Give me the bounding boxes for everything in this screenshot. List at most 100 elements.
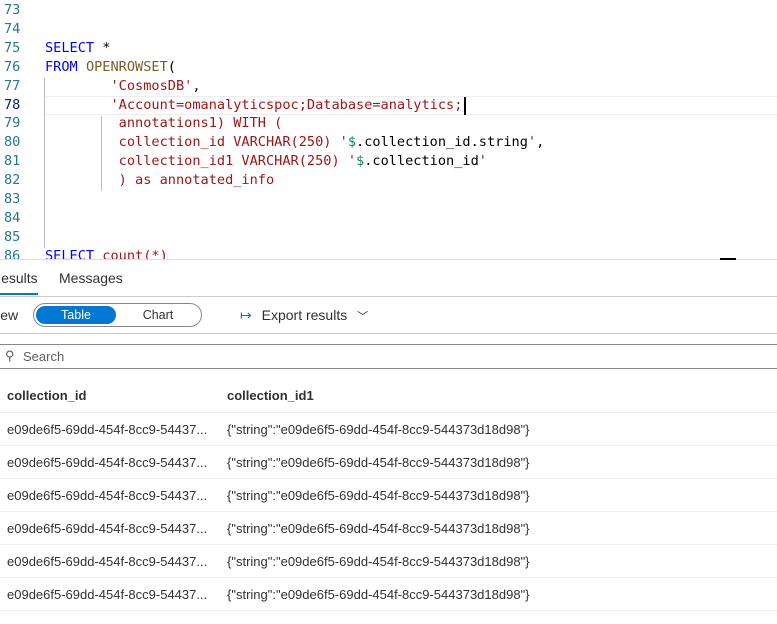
cell-collection-id1[interactable]: {"string":"e09de6f5-69dd-454f-8cc9-54437… [220,412,777,446]
line-number: 77 [4,77,21,94]
results-tabs: Results Messages [0,260,777,297]
code-line[interactable]: 76 FROM OPENROWSET( [0,58,777,77]
code-token: ' [478,153,487,170]
cell-collection-id[interactable]: e09de6f5-69dd-454f-8cc9-54437... [0,412,220,446]
code-line[interactable]: 75 SELECT * [0,39,777,58]
code-line[interactable]: 80 collection_id VARCHAR(250) '$.collect… [0,133,777,152]
line-number: 85 [4,228,21,245]
table-row[interactable]: e09de6f5-69dd-454f-8cc9-54437... {"string… [0,577,777,611]
code-line[interactable]: 86 SELECT count(*) [0,247,777,259]
view-chart-button[interactable]: Chart [118,306,198,324]
code-text: 'Account=omanalyticspoc;Database=analyti… [45,96,462,115]
line-number: 76 [4,58,21,75]
table-row[interactable]: e09de6f5-69dd-454f-8cc9-54437... {"string… [0,445,777,479]
line-number: 81 [4,153,21,170]
code-line[interactable]: 85 [0,228,777,247]
code-token: * [94,39,111,56]
line-number: 78 [4,96,21,113]
code-line[interactable]: 83 [0,190,777,209]
code-text: FROM OPENROWSET( [45,58,176,77]
code-text: 'CosmosDB', [45,77,201,96]
line-number: 84 [4,209,21,226]
cell-collection-id[interactable]: e09de6f5-69dd-454f-8cc9-54437... [0,478,220,512]
code-token: .collection_id.string [356,134,528,151]
code-text: collection_id VARCHAR(250) '$.collection… [45,133,545,152]
code-line[interactable]: 81 collection_id1 VARCHAR(250) '$.collec… [0,152,777,171]
code-token: , [192,77,201,94]
cell-collection-id1[interactable]: {"string":"e09de6f5-69dd-454f-8cc9-54437… [220,577,777,611]
cell-collection-id1[interactable]: {"string":"e09de6f5-69dd-454f-8cc9-54437… [220,478,777,512]
code-text: SELECT * [45,39,110,58]
code-token: 'Account=omanalyticspoc;Database=analyti… [110,96,463,113]
code-token: ( [167,58,176,75]
code-text: collection_id1 VARCHAR(250) '$.collectio… [45,152,487,171]
cell-collection-id[interactable]: e09de6f5-69dd-454f-8cc9-54437... [0,577,220,611]
table-row[interactable]: e09de6f5-69dd-454f-8cc9-54437... {"string… [0,511,777,545]
code-token: ' [527,134,537,151]
table-header-row: collection_id collection_id1 [0,378,777,413]
code-token: .collection_id [364,153,479,170]
table-row[interactable]: e09de6f5-69dd-454f-8cc9-54437... {"string… [0,544,777,578]
code-line[interactable]: 79 annotations1) WITH ( [0,114,777,133]
code-line[interactable]: 82 ) as annotated_info [0,171,777,190]
table-row[interactable]: e09de6f5-69dd-454f-8cc9-54437... {"string… [0,412,777,446]
line-number: 74 [4,20,21,37]
code-editor[interactable]: 73 74 75 SELECT * 76 FROM OPENROWSET(77 'Cosm… [0,0,777,259]
code-token: , [536,134,545,151]
tab-messages[interactable]: Messages [59,270,123,286]
line-number: 82 [4,172,21,189]
cell-collection-id[interactable]: e09de6f5-69dd-454f-8cc9-54437... [0,445,220,479]
line-number: 83 [4,191,21,207]
column-header[interactable]: collection_id1 [220,378,777,413]
code-line[interactable]: 73 [0,1,777,20]
code-token: 'CosmosDB' [110,77,193,94]
code-text: SELECT count(*) [45,247,168,259]
code-line[interactable]: 77 'CosmosDB', [0,77,777,96]
cell-collection-id[interactable]: e09de6f5-69dd-454f-8cc9-54437... [0,544,220,578]
view-label: View [0,307,19,323]
code-token: ) as annotated_info [118,172,275,189]
results-toolbar: View Table Chart ↦ Export results ﹀ [0,297,777,334]
export-results-button[interactable]: ↦ Export results ﹀ [240,307,368,324]
cell-collection-id[interactable]: e09de6f5-69dd-454f-8cc9-54437... [0,511,220,545]
code-line[interactable]: 74 [0,20,777,39]
code-text: annotations1) WITH ( [45,114,283,133]
table-row[interactable]: e09de6f5-69dd-454f-8cc9-54437... {"string… [0,478,777,512]
code-token: $ [347,134,357,151]
code-text: ) as annotated_info [45,171,275,190]
chevron-down-icon: ﹀ [357,311,369,323]
column-header[interactable]: collection_id [0,378,220,413]
search-input[interactable]: ⚲ Search [0,344,777,369]
view-table-button[interactable]: Table [36,306,116,324]
code-token: SELECT [45,39,95,56]
code-token: FROM [45,58,78,75]
cell-collection-id1[interactable]: {"string":"e09de6f5-69dd-454f-8cc9-54437… [220,445,777,479]
cell-collection-id1[interactable]: {"string":"e09de6f5-69dd-454f-8cc9-54437… [220,544,777,578]
code-token: SELECT [45,247,95,259]
search-icon: ⚲ [5,348,15,363]
line-number: 80 [4,134,21,151]
line-number: 75 [4,39,21,56]
code-token: annotations1) WITH ( [118,115,283,132]
results-table: collection_id collection_id1 e09de6f5-69… [0,378,777,611]
view-toggle[interactable]: Table Chart [33,303,202,327]
code-line[interactable]: 84 [0,209,777,228]
line-number: 86 [4,247,21,259]
code-token: OPENROWSET [85,58,168,75]
code-token: count(*) [102,247,168,259]
code-line[interactable]: 78 'Account=omanalyticspoc;Database=anal… [0,96,777,115]
line-number: 79 [4,115,21,132]
tab-results[interactable]: Results [0,270,38,295]
code-token: collection_id1 VARCHAR(250) ' [118,153,357,170]
export-arrow-icon: ↦ [240,307,252,323]
line-number: 73 [4,2,21,18]
cell-collection-id1[interactable]: {"string":"e09de6f5-69dd-454f-8cc9-54437… [220,511,777,545]
code-token: collection_id VARCHAR(250) ' [118,134,348,151]
